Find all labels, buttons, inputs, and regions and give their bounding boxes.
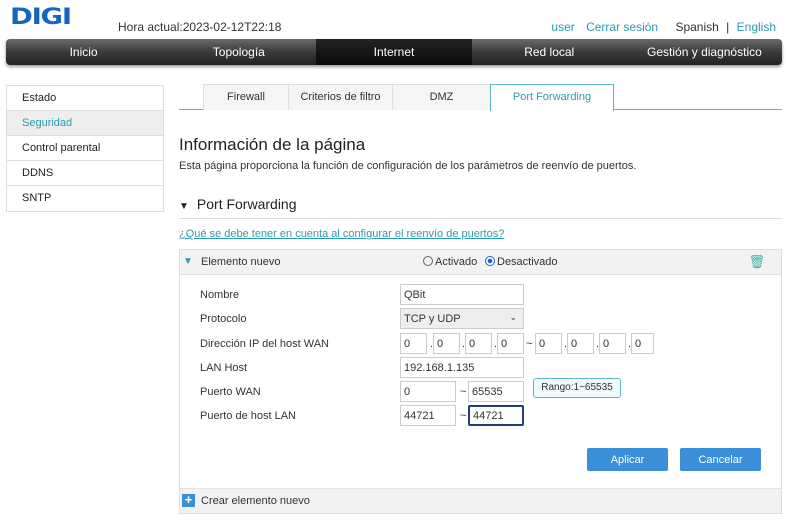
tab-dmz[interactable]: DMZ	[392, 84, 491, 110]
page-description: Esta página proporciona la función de co…	[179, 160, 637, 172]
wan-ip-end-4[interactable]	[631, 333, 654, 354]
lang-spanish[interactable]: Spanish	[675, 20, 718, 34]
section-header[interactable]: ▼ Port Forwarding	[179, 196, 782, 219]
radio-desactivado-label: Desactivado	[497, 256, 558, 268]
label-wan-ip: Dirección IP del host WAN	[200, 338, 329, 350]
protocol-select[interactable]: TCP y UDP ⌄	[400, 308, 524, 329]
sidebar-item-control-parental[interactable]: Control parental	[7, 136, 163, 161]
radio-on-icon	[485, 256, 495, 266]
range-tooltip: Rango:1~65535	[533, 378, 621, 398]
tilde: ~	[526, 338, 533, 350]
cancel-button[interactable]: Cancelar	[680, 448, 761, 471]
label-protocolo: Protocolo	[200, 313, 247, 325]
collapse-triangle-icon: ▼	[179, 201, 189, 212]
label-lan-host: LAN Host	[200, 362, 248, 374]
entry-panel: ▼ Elemento nuevo Activado Desactivado 🗑 …	[179, 249, 782, 514]
radio-off-icon	[423, 256, 433, 266]
sidebar-item-sntp[interactable]: SNTP	[7, 186, 163, 211]
label-lan-port: Puerto de host LAN	[200, 410, 297, 422]
radio-activado-label: Activado	[435, 256, 478, 268]
plus-icon[interactable]: +	[182, 493, 195, 507]
lan-host-input[interactable]	[400, 357, 524, 378]
nav-red-local[interactable]: Red local	[472, 39, 627, 65]
lan-port-end[interactable]	[468, 405, 524, 426]
create-new-row[interactable]: + Crear elemento nuevo	[180, 488, 781, 513]
label-nombre: Nombre	[200, 289, 240, 301]
create-new-label[interactable]: Crear elemento nuevo	[201, 495, 310, 507]
wan-port-end[interactable]	[468, 381, 524, 402]
tilde: ~	[460, 386, 467, 398]
radio-desactivado[interactable]: Desactivado	[485, 256, 558, 268]
entry-header: ▼ Elemento nuevo Activado Desactivado 🗑	[180, 250, 781, 275]
wan-ip-end-2[interactable]	[567, 333, 594, 354]
nav-inicio[interactable]: Inicio	[6, 39, 161, 65]
digi-logo: DIGI	[10, 5, 72, 30]
lang-separator: |	[726, 20, 730, 34]
name-input[interactable]	[400, 284, 524, 305]
lang-english[interactable]: English	[737, 20, 776, 34]
wan-ip-start-4[interactable]	[497, 333, 524, 354]
entry-title: Elemento nuevo	[201, 256, 281, 268]
radio-activado[interactable]: Activado	[423, 256, 477, 268]
section-title: Port Forwarding	[196, 196, 297, 212]
help-link[interactable]: ¿Qué se debe tener en cuenta al configur…	[179, 228, 504, 240]
nav-gestion[interactable]: Gestión y diagnóstico	[627, 39, 782, 65]
page-title: Información de la página	[179, 135, 366, 154]
lan-port-start[interactable]	[400, 405, 456, 426]
wan-ip-start-2[interactable]	[433, 333, 460, 354]
trash-icon[interactable]: 🗑	[748, 254, 765, 270]
sidebar-item-estado[interactable]: Estado	[7, 86, 163, 111]
tab-firewall[interactable]: Firewall	[203, 84, 289, 110]
wan-ip-start-1[interactable]	[400, 333, 427, 354]
sidebar: Estado Seguridad Control parental DDNS S…	[6, 85, 164, 212]
nav-internet[interactable]: Internet	[316, 39, 472, 65]
logout-link[interactable]: Cerrar sesión	[586, 20, 658, 34]
wan-ip-end-3[interactable]	[599, 333, 626, 354]
chevron-down-icon: ⌄	[509, 312, 517, 322]
apply-button[interactable]: Aplicar	[587, 448, 668, 471]
expand-triangle-icon[interactable]: ▼	[183, 256, 193, 267]
user-link[interactable]: user	[551, 20, 574, 34]
nav-topologia[interactable]: Topología	[161, 39, 316, 65]
current-time: Hora actual:2023-02-12T22:18	[118, 20, 282, 34]
tab-port-forwarding[interactable]: Port Forwarding	[490, 84, 614, 111]
label-wan-port: Puerto WAN	[200, 386, 261, 398]
wan-ip-start-3[interactable]	[465, 333, 492, 354]
main-nav: Inicio Topología Internet Red local Gest…	[6, 39, 782, 65]
sidebar-item-ddns[interactable]: DDNS	[7, 161, 163, 186]
wan-port-start[interactable]	[400, 381, 456, 402]
protocol-value: TCP y UDP	[404, 313, 461, 325]
tilde: ~	[460, 410, 467, 422]
tab-criterios[interactable]: Criterios de filtro	[288, 84, 393, 110]
sub-tabs: Firewall Criterios de filtro DMZ Port Fo…	[179, 84, 782, 111]
wan-ip-end-1[interactable]	[535, 333, 562, 354]
sidebar-item-seguridad[interactable]: Seguridad	[7, 111, 163, 136]
top-links: user Cerrar sesión Spanish | English	[543, 20, 776, 34]
